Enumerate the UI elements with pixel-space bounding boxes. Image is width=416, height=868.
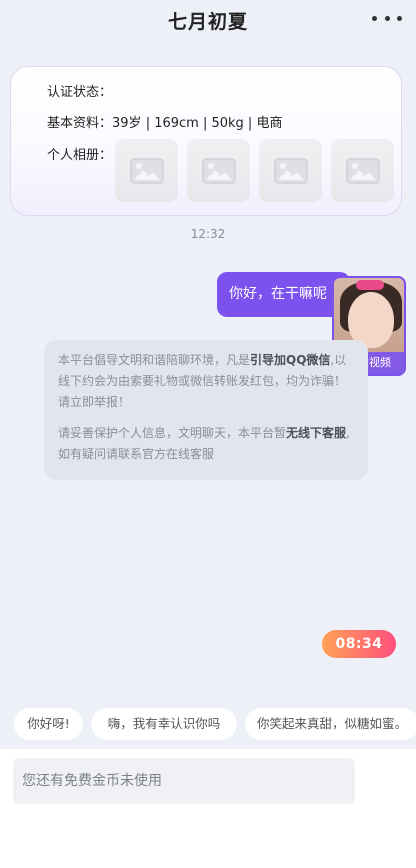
my-message-bubble[interactable]: 你好，在干嘛呢 (217, 272, 350, 317)
album-photo[interactable] (259, 139, 322, 202)
more-dots-icon[interactable] (372, 8, 402, 28)
basic-info-value: 39岁 | 169cm | 50kg | 电商 (112, 116, 283, 131)
auth-status-row: 认证状态： (47, 81, 112, 100)
notice-highlight: 引导加QQ微信 (250, 353, 331, 367)
album-photo[interactable] (115, 139, 178, 202)
album-photo[interactable] (187, 139, 250, 202)
notice-paragraph-2: 请妥善保护个人信息，文明聊天，本平台暂无线下客服,如有疑问请联系官方在线客服 (58, 423, 354, 465)
image-placeholder-icon (345, 157, 380, 184)
image-placeholder-icon (201, 157, 236, 184)
safety-notice: 本平台倡导文明和谐陪聊环境，凡是引导加QQ微信,以线下约会为由索要礼物或微信转账… (44, 340, 368, 480)
call-timer-badge: 08:34 (322, 630, 396, 658)
image-placeholder-icon (129, 157, 164, 184)
chat-partner-name: 七月初夏 (167, 10, 248, 33)
message-input[interactable] (13, 758, 355, 804)
profile-card[interactable]: 认证状态： 基本资料： 39岁 | 169cm | 50kg | 电商 个人相册… (10, 66, 402, 216)
notice-paragraph-1: 本平台倡导文明和谐陪聊环境，凡是引导加QQ微信,以线下约会为由索要礼物或微信转账… (58, 350, 354, 413)
notice-text: 本平台倡导文明和谐陪聊环境，凡是 (58, 353, 251, 367)
image-placeholder-icon (273, 157, 308, 184)
album-photos (115, 139, 394, 202)
album-photo[interactable] (331, 139, 394, 202)
auth-status-label: 认证状态： (47, 85, 113, 100)
message-timestamp: 12:32 (190, 227, 226, 241)
notice-highlight: 无线下客服 (286, 426, 347, 440)
input-area (0, 749, 416, 868)
basic-info-label: 基本资料： (47, 116, 113, 131)
album-row: 个人相册： (47, 144, 112, 163)
album-label: 个人相册： (47, 148, 113, 163)
quick-reply-chip[interactable]: 嗨，我有幸认识你吗 (91, 708, 237, 740)
top-bar: 七月初夏 (0, 0, 416, 40)
quick-reply-chip[interactable]: 你笑起来真甜，似糖如蜜。 (245, 708, 416, 740)
video-avatar-bow (356, 280, 384, 290)
quick-replies: 你好呀! 嗨，我有幸认识你吗 你笑起来真甜，似糖如蜜。 (14, 708, 416, 740)
notice-text: 请妥善保护个人信息，文明聊天，本平台暂 (58, 426, 287, 440)
quick-reply-chip[interactable]: 你好呀! (14, 708, 83, 740)
basic-info-row: 基本资料： 39岁 | 169cm | 50kg | 电商 (47, 112, 282, 131)
